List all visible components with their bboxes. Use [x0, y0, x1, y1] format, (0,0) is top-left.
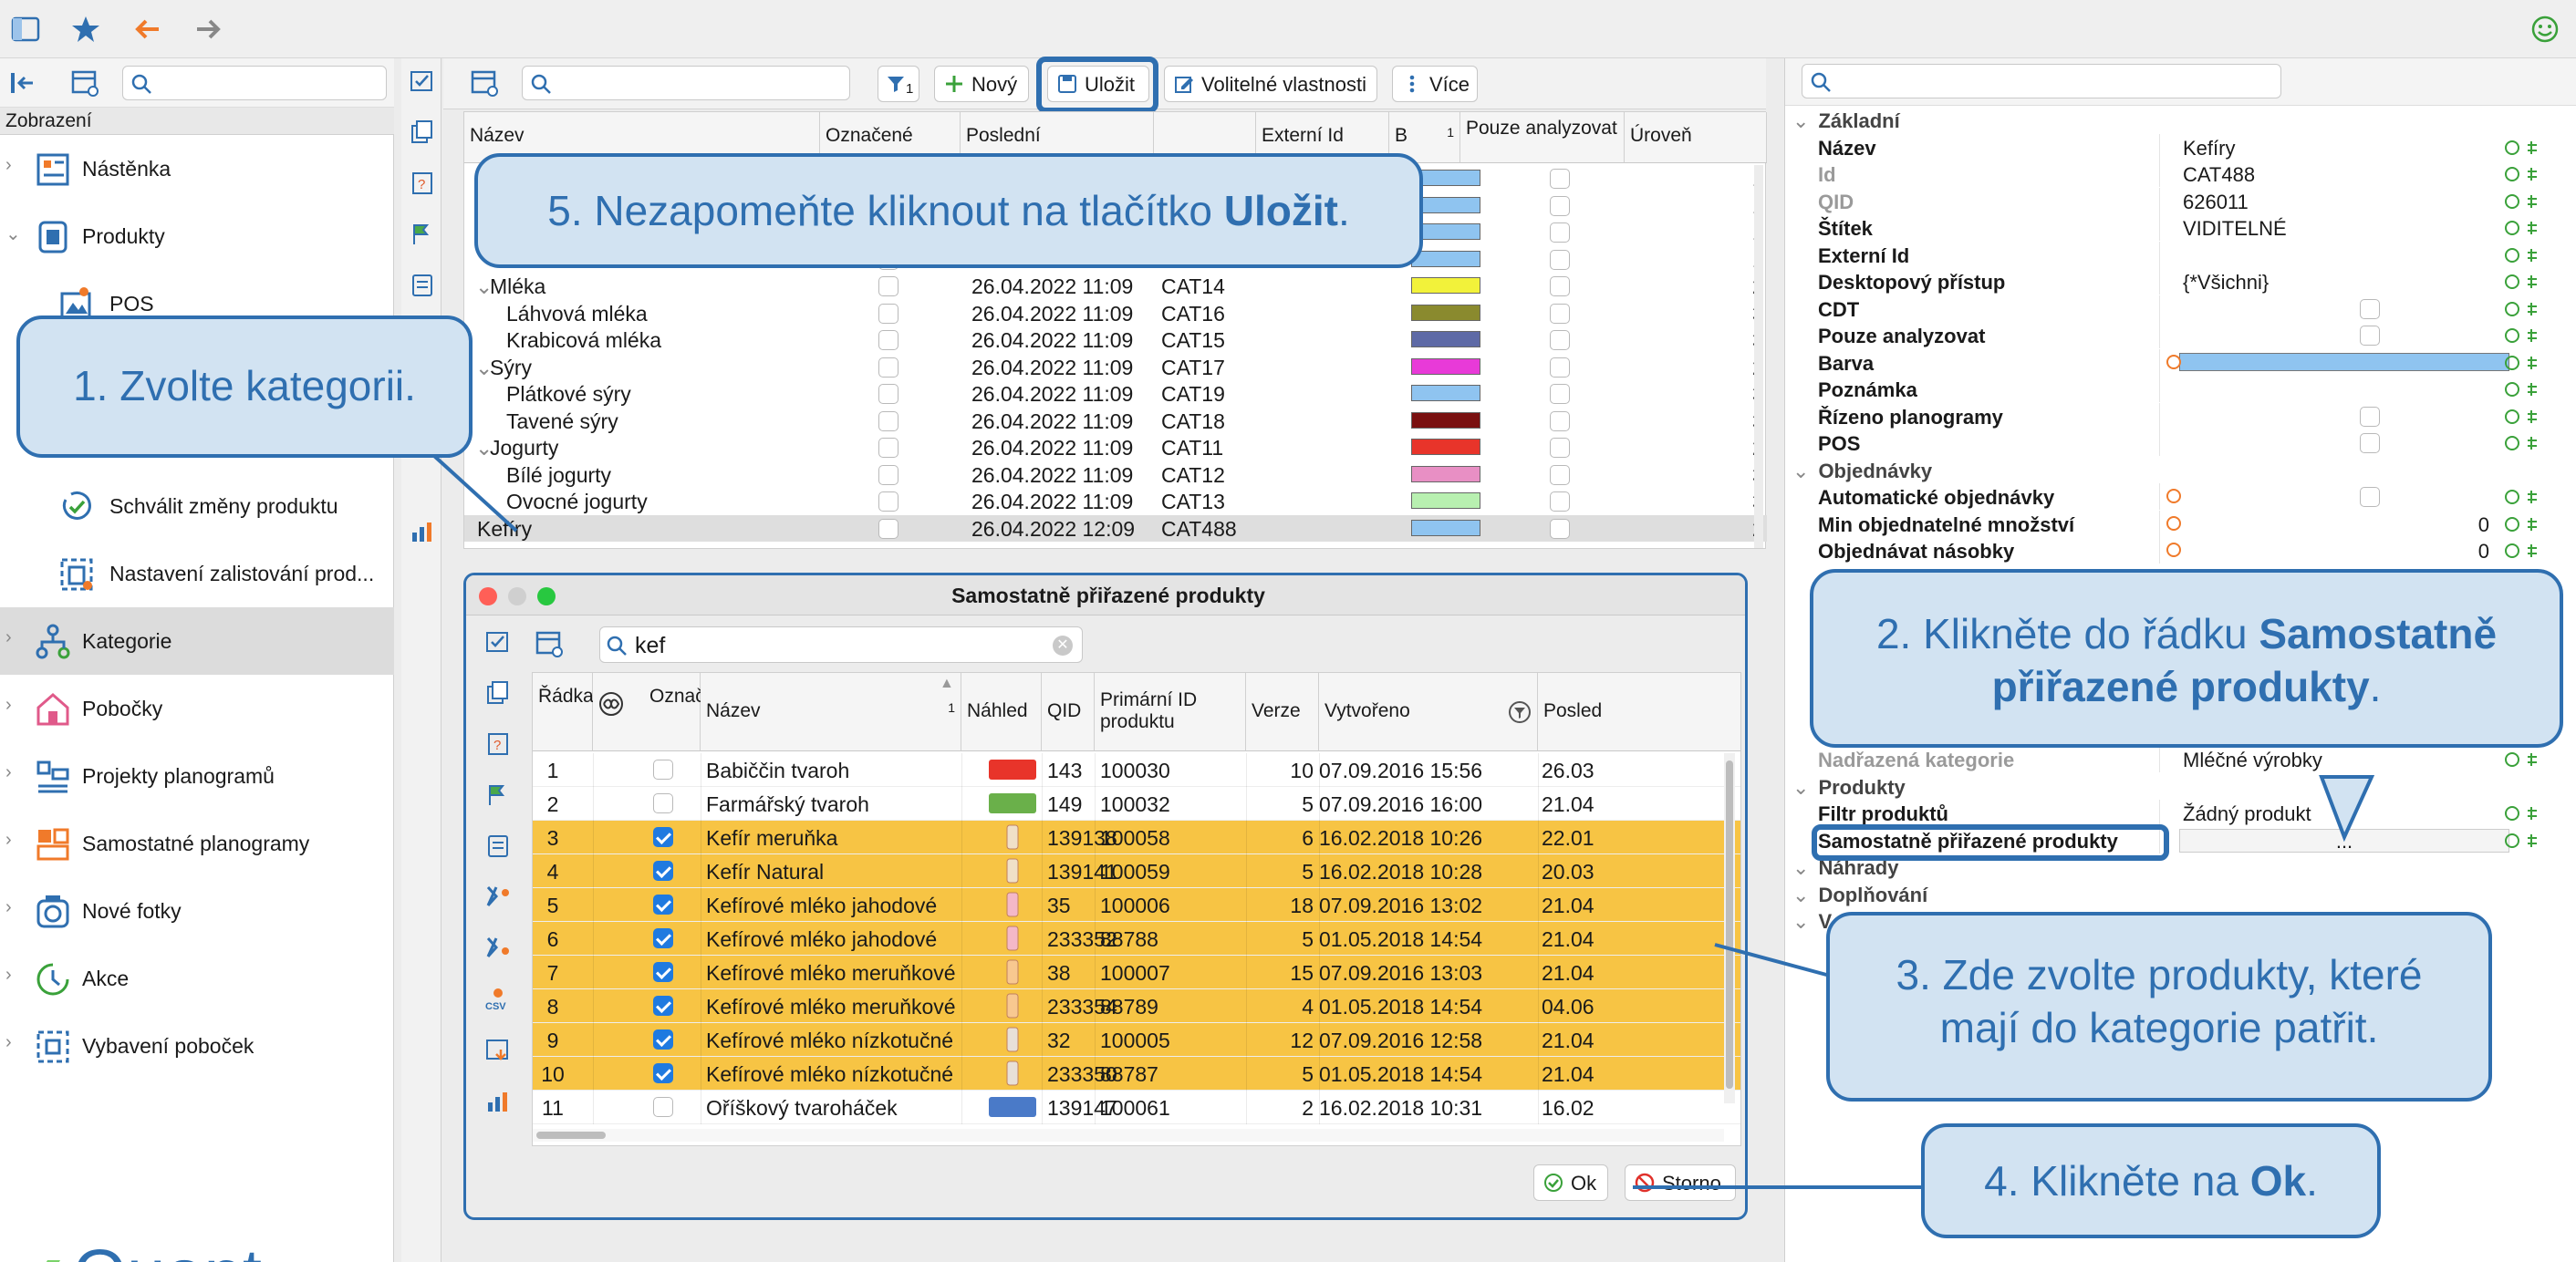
- callout-step-4-suffix: .: [2306, 1157, 2318, 1205]
- callout-step-2: 2. Klikněte do řádku Samostatně přiřazen…: [1810, 569, 2563, 748]
- callout-step-3-text: 3. Zde zvolte produkty, které mají do ka…: [1896, 951, 2423, 1051]
- callout-step-5-prefix: 5. Nezapomeňte kliknout na tlačítko: [547, 187, 1224, 234]
- callout-step-1: 1. Zvolte kategorii.: [16, 316, 473, 458]
- callout-step-2-prefix: 2. Klikněte do řádku: [1875, 610, 2259, 657]
- callout-1-pointer: [432, 454, 518, 533]
- callout-step-1-text: 1. Zvolte kategorii.: [73, 362, 416, 409]
- callout-3-pointer: [1714, 943, 1831, 978]
- callout-step-5-bold: Uložit: [1223, 187, 1338, 234]
- callout-step-4-prefix: 4. Klikněte na: [1984, 1157, 2250, 1205]
- callout-step-4-bold: Ok: [2249, 1157, 2307, 1205]
- callout-step-5-suffix: .: [1337, 187, 1350, 234]
- callout-2-pointer: [2319, 775, 2375, 843]
- callout-step-3: 3. Zde zvolte produkty, které mají do ka…: [1826, 912, 2492, 1102]
- callout-step-4: 4. Klikněte na Ok.: [1921, 1123, 2381, 1238]
- callout-step-5: 5. Nezapomeňte kliknout na tlačítko Ulož…: [474, 153, 1423, 268]
- callout-step-2-suffix: .: [2369, 663, 2382, 710]
